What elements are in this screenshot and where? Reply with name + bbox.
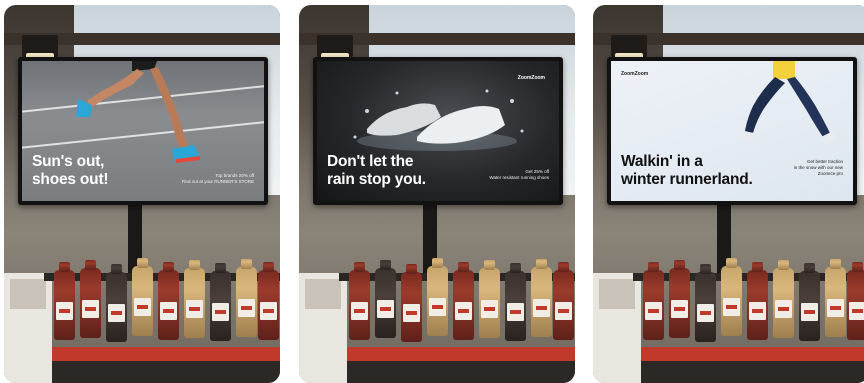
bottle bbox=[505, 263, 526, 341]
table-base bbox=[641, 361, 864, 383]
ad-offer-text: Top brands 20% off Find out at your RUNN… bbox=[164, 173, 254, 185]
bottle bbox=[401, 264, 422, 342]
winter-runner-image bbox=[737, 61, 837, 145]
bottle bbox=[553, 262, 574, 340]
ceiling-lamp bbox=[317, 35, 353, 61]
table-base bbox=[347, 361, 575, 383]
headline-line: shoes out! bbox=[32, 171, 109, 188]
offer-line: Find out at your RUNNER'S STORE bbox=[181, 179, 254, 184]
bottle bbox=[669, 260, 690, 338]
bottle bbox=[427, 258, 448, 336]
store-display-photo-2: ZoomZoom Don't let the rain stop you. Ge… bbox=[299, 5, 575, 383]
bottle bbox=[847, 262, 864, 340]
store-display-photo-1: Sun's out, shoes out! Top brands 20% off… bbox=[4, 5, 280, 383]
bottle bbox=[773, 260, 794, 338]
table-base bbox=[52, 361, 280, 383]
bottle bbox=[721, 258, 742, 336]
bottle bbox=[210, 263, 231, 341]
digital-signage-screen: ZoomZoom Don't let the rain stop you. Ge… bbox=[313, 57, 563, 205]
ad-offer-text: Get better traction in the snow with our… bbox=[793, 159, 843, 177]
bottle bbox=[236, 259, 257, 337]
bottle bbox=[747, 262, 768, 340]
side-shelf bbox=[299, 273, 347, 383]
side-shelf bbox=[593, 273, 641, 383]
ad-headline: Don't let the rain stop you. bbox=[327, 153, 426, 189]
headline-line: rain stop you. bbox=[327, 171, 426, 188]
bottle bbox=[375, 260, 396, 338]
brand-logo: ZoomZoom bbox=[621, 71, 649, 77]
ad-headline: Walkin' in a winter runnerland. bbox=[621, 153, 753, 189]
headline-line: Don't let the bbox=[327, 153, 414, 170]
bottle bbox=[184, 260, 205, 338]
ad-winter: ZoomZoom Walkin' in a winter runnerland.… bbox=[611, 61, 853, 201]
side-shelf bbox=[4, 273, 52, 383]
digital-signage-screen: ZoomZoom Walkin' in a winter runnerland.… bbox=[607, 57, 857, 205]
offer-line: Water resistant running shoes bbox=[489, 175, 549, 180]
offer-line: in the snow with our new ZoomIce pro bbox=[793, 165, 843, 176]
drink-bottles bbox=[52, 258, 280, 355]
splashing-shoes-image bbox=[353, 89, 524, 151]
drink-bottles bbox=[641, 258, 864, 355]
bottle bbox=[453, 262, 474, 340]
bottle bbox=[106, 264, 127, 342]
bottle bbox=[258, 262, 279, 340]
bottle bbox=[132, 258, 153, 336]
red-tray bbox=[52, 347, 280, 361]
bottle bbox=[158, 262, 179, 340]
store-display-photo-3: ZoomZoom Walkin' in a winter runnerland.… bbox=[593, 5, 864, 383]
ad-rain: ZoomZoom Don't let the rain stop you. Ge… bbox=[317, 61, 559, 201]
digital-signage-screen: Sun's out, shoes out! Top brands 20% off… bbox=[18, 57, 268, 205]
headline-line: Sun's out, bbox=[32, 153, 105, 170]
bottle bbox=[825, 259, 846, 337]
ceiling-lamp bbox=[22, 35, 58, 61]
bottle bbox=[349, 262, 370, 340]
bottle bbox=[695, 264, 716, 342]
ad-headline: Sun's out, shoes out! bbox=[32, 153, 109, 189]
ceiling-lamp bbox=[611, 35, 647, 61]
red-tray bbox=[641, 347, 864, 361]
ad-offer-text: Get 25% off Water resistant running shoe… bbox=[459, 169, 549, 181]
ad-sun: Sun's out, shoes out! Top brands 20% off… bbox=[22, 61, 264, 201]
bottle bbox=[531, 259, 552, 337]
bottle bbox=[80, 260, 101, 338]
bottle bbox=[643, 262, 664, 340]
bottle bbox=[799, 263, 820, 341]
headline-line: Walkin' in a bbox=[621, 153, 703, 170]
red-tray bbox=[347, 347, 575, 361]
bottle bbox=[479, 260, 500, 338]
headline-line: winter runnerland. bbox=[621, 171, 753, 188]
bottle bbox=[54, 262, 75, 340]
drink-bottles bbox=[347, 258, 575, 355]
